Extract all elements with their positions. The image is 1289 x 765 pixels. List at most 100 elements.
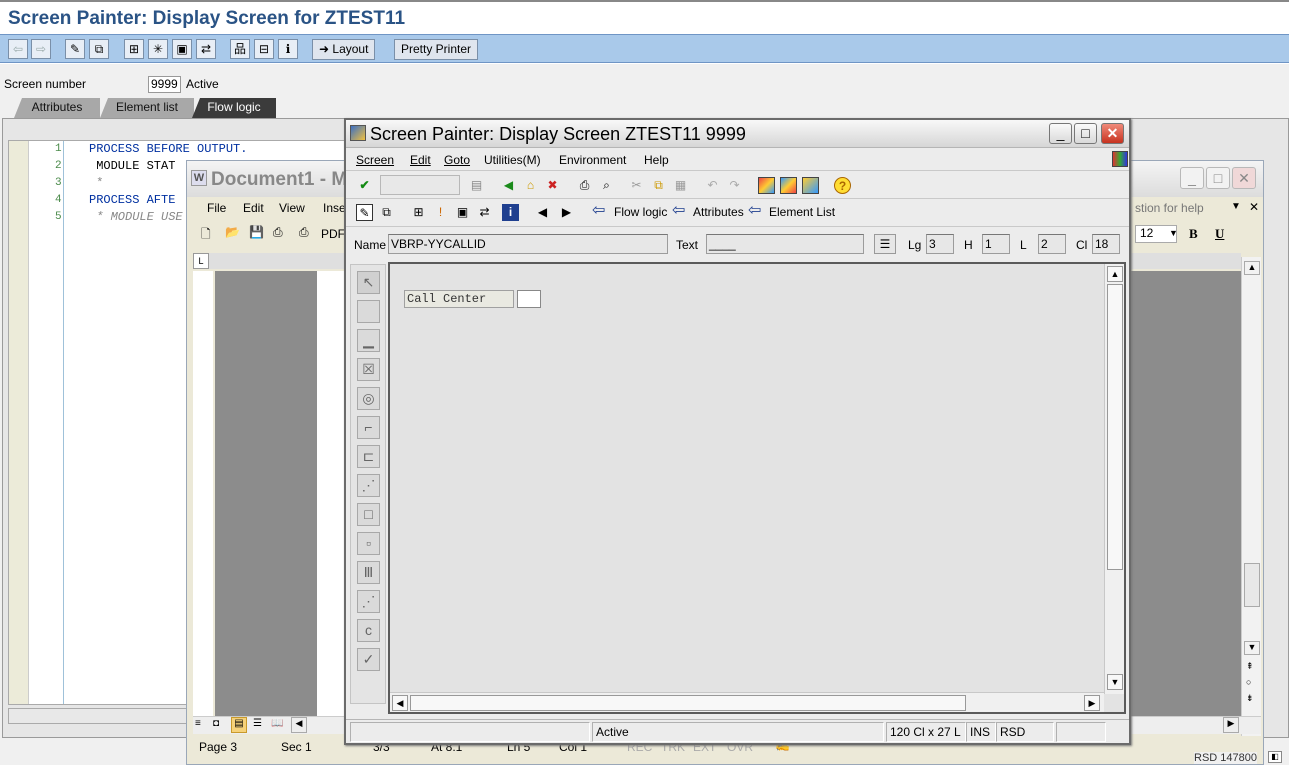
create-session-icon[interactable] <box>758 177 775 194</box>
outline-view-icon[interactable]: ☰ <box>253 718 262 729</box>
tabstrip-wizard-icon[interactable]: ⋰ <box>357 474 380 497</box>
tab-stop-icon[interactable]: L <box>193 253 209 269</box>
forward-arrow-icon[interactable]: ⇨ <box>31 39 51 59</box>
hierarchy-icon[interactable]: 品 <box>230 39 250 59</box>
close-icon[interactable]: ✕ <box>1232 167 1256 189</box>
custom-control-tool-icon[interactable]: c <box>357 619 380 642</box>
tab-element-list[interactable]: Element list <box>100 98 194 118</box>
customize-layout-icon[interactable] <box>1112 151 1128 167</box>
check-icon[interactable]: ✳ <box>148 39 168 59</box>
info-icon[interactable]: ℹ <box>278 39 298 59</box>
flow-logic-button[interactable]: Flow logic <box>614 205 667 219</box>
activate-icon[interactable]: ⇄ <box>476 204 493 221</box>
open-folder-icon[interactable]: 📂 <box>225 225 240 239</box>
help-icon[interactable]: ? <box>834 177 851 194</box>
paste-icon[interactable]: ▦ <box>672 177 689 194</box>
menu-edit[interactable]: Edit <box>410 153 431 167</box>
call-center-text-element[interactable]: Call Center <box>404 290 514 308</box>
scroll-thumb[interactable] <box>1244 563 1260 607</box>
tab-flow-logic[interactable]: Flow logic <box>192 98 276 118</box>
text-field-tool-icon[interactable] <box>357 300 380 323</box>
line-field[interactable]: 2 <box>1038 234 1066 254</box>
print-icon[interactable]: ⎙ <box>576 177 593 194</box>
test-icon[interactable]: ▣ <box>172 39 192 59</box>
name-field[interactable]: VBRP-YYCALLID <box>388 234 668 254</box>
menu-screen[interactable]: Screen <box>356 153 394 167</box>
print-icon[interactable]: ⊟ <box>254 39 274 59</box>
scroll-right-icon[interactable]: ▶ <box>1084 695 1100 711</box>
pushbutton-tool-icon[interactable]: ⌐ <box>357 416 380 439</box>
active-inactive-icon[interactable]: ⧉ <box>89 39 109 59</box>
back-icon[interactable]: ◀ <box>500 177 517 194</box>
check-icon[interactable]: ǃ <box>432 204 449 221</box>
print-layout-view-icon[interactable]: ▤ <box>231 717 247 733</box>
scroll-up-icon[interactable]: ▲ <box>1107 266 1123 282</box>
exit-icon[interactable]: ⌂ <box>522 177 539 194</box>
scroll-down-icon[interactable]: ▼ <box>1244 641 1260 655</box>
text-dictionary-icon[interactable]: ☰ <box>874 234 896 254</box>
word-menu-view[interactable]: View <box>279 201 305 215</box>
prev-page-icon[interactable]: ⇞ <box>1246 661 1254 672</box>
checkbox-tool-icon[interactable]: ☒ <box>357 358 380 381</box>
pdf-button[interactable]: PDF <box>321 227 345 241</box>
copy-icon[interactable]: ⧉ <box>650 177 667 194</box>
print-preview-icon[interactable]: ⎙ <box>299 225 309 240</box>
select-browse-object-icon[interactable]: ○ <box>1246 677 1251 687</box>
word-menu-insert[interactable]: Inse <box>323 201 346 215</box>
close-icon[interactable]: ✕ <box>1101 123 1124 144</box>
minimize-icon[interactable]: _ <box>1049 123 1072 144</box>
table-control-tool-icon[interactable]: Ⅲ <box>357 561 380 584</box>
new-doc-icon[interactable]: 🗋 <box>201 225 211 246</box>
canvas-hscroll[interactable]: ◀ ▶ <box>390 692 1104 712</box>
print-icon[interactable]: ⎙ <box>273 225 283 240</box>
cancel-icon[interactable]: ✖ <box>544 177 561 194</box>
test-icon[interactable]: ▣ <box>454 204 471 221</box>
vscroll-thumb[interactable] <box>1107 284 1123 570</box>
find-icon[interactable]: ⌕ <box>598 177 615 194</box>
sap-status-toggle-icon[interactable]: ◧ <box>1268 751 1282 763</box>
hscroll-thumb[interactable] <box>410 695 966 711</box>
scroll-up-icon[interactable]: ▲ <box>1244 261 1260 275</box>
where-used-icon[interactable]: ⊞ <box>410 204 427 221</box>
text-field[interactable]: ____ <box>706 234 864 254</box>
screen-layout-canvas[interactable]: Call Center ▲ ▼ ◀ ▶ <box>388 262 1126 714</box>
layout-menu-icon[interactable] <box>802 177 819 194</box>
word-menu-file[interactable]: File <box>207 201 226 215</box>
save-icon[interactable]: 💾 <box>249 225 264 239</box>
active-inactive-icon[interactable]: ⧉ <box>378 204 395 221</box>
scroll-right-icon[interactable]: ▶ <box>1223 717 1239 733</box>
layout-button[interactable]: ➜ Layout <box>312 39 376 60</box>
menu-environment[interactable]: Environment <box>559 153 626 167</box>
activate-icon[interactable]: ⇄ <box>196 39 216 59</box>
length-field[interactable]: 3 <box>926 234 954 254</box>
underline-icon[interactable]: U <box>1215 226 1224 242</box>
generate-shortcut-icon[interactable] <box>780 177 797 194</box>
where-used-icon[interactable]: ⊞ <box>124 39 144 59</box>
save-icon[interactable]: ▤ <box>468 177 485 194</box>
menu-goto[interactable]: Goto <box>444 153 470 167</box>
subscreen-tool-icon[interactable]: ▫ <box>357 532 380 555</box>
back-arrow-icon[interactable]: ⇦ <box>8 39 28 59</box>
display-change-icon[interactable]: ✎ <box>65 39 85 59</box>
word-help-box[interactable]: stion for help <box>1135 201 1204 215</box>
minimize-icon[interactable]: _ <box>1180 167 1204 189</box>
cut-icon[interactable]: ✂ <box>628 177 645 194</box>
height-field[interactable]: 1 <box>982 234 1010 254</box>
reading-view-icon[interactable]: 📖 <box>271 718 283 729</box>
maximize-icon[interactable]: □ <box>1074 123 1097 144</box>
screen-number-field[interactable]: 9999 <box>148 76 181 93</box>
bold-icon[interactable]: B <box>1189 226 1198 242</box>
input-field-tool-icon[interactable]: ▁ <box>357 329 380 352</box>
box-tool-icon[interactable]: □ <box>357 503 380 526</box>
status-mode[interactable]: INS <box>966 722 996 742</box>
scroll-down-icon[interactable]: ▼ <box>1107 674 1123 690</box>
word-doc-close-icon[interactable]: ✕ <box>1249 200 1259 214</box>
info-icon[interactable]: i <box>502 204 519 221</box>
column-field[interactable]: 18 <box>1092 234 1120 254</box>
word-vscroll[interactable]: ▲ ▼ ⇞ ○ ⇟ <box>1241 257 1261 737</box>
scroll-left-icon[interactable]: ◀ <box>392 695 408 711</box>
pretty-printer-button[interactable]: Pretty Printer <box>394 39 479 60</box>
normal-view-icon[interactable]: ≡ <box>195 718 201 729</box>
scroll-left-icon[interactable]: ◀ <box>291 717 307 733</box>
maximize-icon[interactable]: □ <box>1206 167 1230 189</box>
